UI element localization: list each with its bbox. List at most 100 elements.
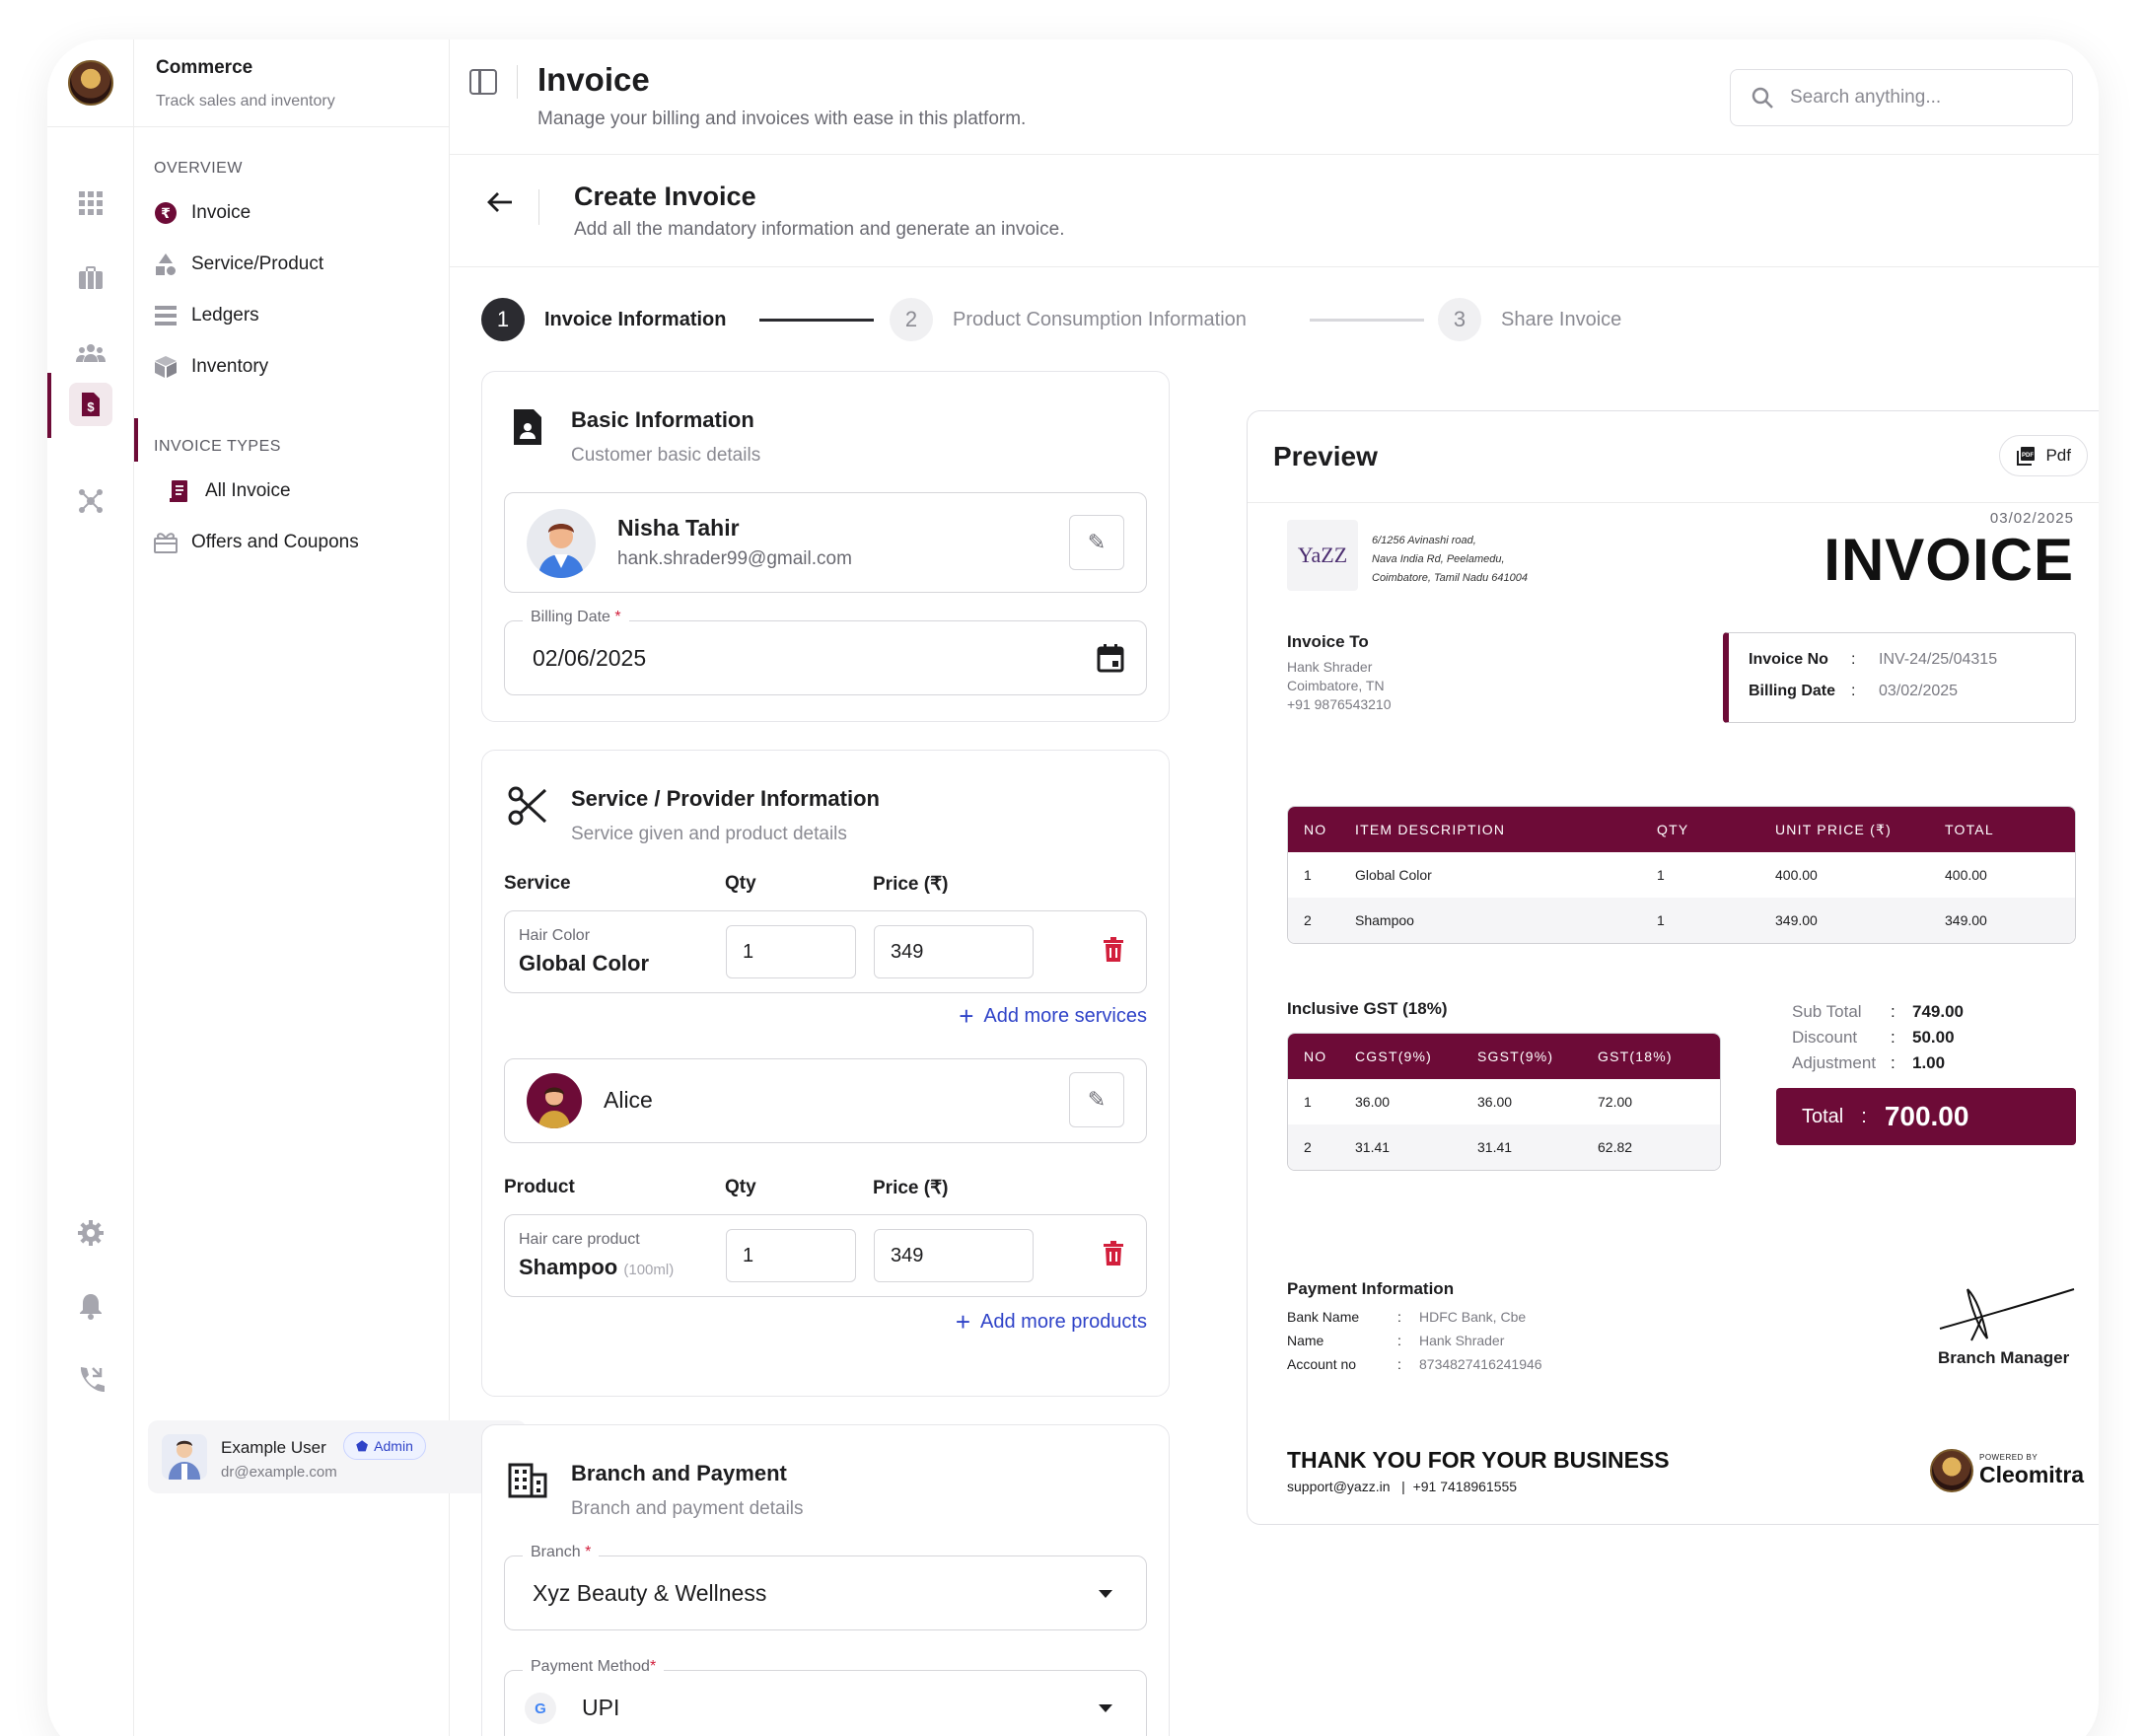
column-qty: Qty xyxy=(725,1177,756,1197)
table-cell: 400.00 xyxy=(1945,867,1987,883)
edit-customer-button[interactable]: ✎ xyxy=(1069,515,1124,570)
support-contact: support@yazz.in | +91 7418961555 xyxy=(1287,1479,1518,1494)
field-label: Branch * xyxy=(523,1544,600,1561)
brand-logo[interactable] xyxy=(68,60,113,106)
table-cell: 2 xyxy=(1304,912,1312,928)
sum-value: 749.00 xyxy=(1912,1002,1964,1021)
bell-icon[interactable] xyxy=(69,1284,112,1328)
avatar xyxy=(527,1073,582,1128)
address-line: 6/1256 Avinashi road, xyxy=(1372,535,1476,546)
invoice-to-line: +91 9876543210 xyxy=(1287,696,1392,712)
settings-icon[interactable] xyxy=(69,1211,112,1255)
discount-row: Discount:50.00 xyxy=(1792,1025,1964,1050)
pdf-button[interactable]: PDF Pdf xyxy=(1999,435,2088,476)
brand-name: Cleomitra xyxy=(1979,1462,2085,1487)
product-name: Shampoo (100ml) xyxy=(519,1255,674,1280)
sidebar-item-service-product[interactable]: Service/Product xyxy=(154,253,323,276)
delete-service-icon[interactable] xyxy=(1103,937,1124,970)
step-number: 2 xyxy=(890,298,933,341)
column-price: Price (₹) xyxy=(873,1178,949,1198)
delete-product-icon[interactable] xyxy=(1103,1241,1124,1273)
column-header: QTY xyxy=(1657,822,1689,837)
briefcase-icon[interactable] xyxy=(69,256,112,300)
button-label: Pdf xyxy=(2045,446,2071,465)
product-price-input[interactable]: 349 xyxy=(874,1229,1034,1282)
pay-key: Name xyxy=(1287,1333,1324,1348)
service-name: Global Color xyxy=(519,951,649,976)
pencil-icon: ✎ xyxy=(1087,530,1107,554)
step-3[interactable]: 3 Share Invoice xyxy=(1438,298,1621,341)
column-header: CGST(9%) xyxy=(1355,1049,1433,1064)
back-arrow-icon[interactable] xyxy=(485,187,515,225)
role-badge: ⬟ Admin xyxy=(343,1432,426,1460)
table-cell: 62.82 xyxy=(1598,1139,1633,1155)
card-subtitle: Branch and payment details xyxy=(571,1498,804,1519)
table-cell: 2 xyxy=(1304,1139,1312,1155)
pencil-icon: ✎ xyxy=(1087,1087,1107,1112)
total-box: Total : 700.00 xyxy=(1776,1088,2076,1145)
plus-icon: + xyxy=(955,1307,971,1337)
step-1[interactable]: 1 Invoice Information xyxy=(481,298,726,341)
step-connector xyxy=(1310,319,1424,322)
billing-date-field[interactable]: Billing Date * 02/06/2025 xyxy=(504,609,1147,695)
column-header: UNIT PRICE (₹) xyxy=(1775,821,1893,837)
add-more-services-button[interactable]: + Add more services xyxy=(959,1001,1147,1032)
add-more-products-button[interactable]: + Add more products xyxy=(956,1307,1147,1338)
branch-select[interactable]: Branch * Xyz Beauty & Wellness xyxy=(504,1544,1147,1630)
divider xyxy=(517,65,518,99)
sum-key: Sub Total xyxy=(1792,1002,1862,1021)
step-label: Product Consumption Information xyxy=(953,308,1247,330)
phone-icon[interactable] xyxy=(69,1357,112,1401)
table-cell: 36.00 xyxy=(1355,1094,1391,1110)
gift-icon xyxy=(154,531,178,554)
user-email: dr@example.com xyxy=(221,1464,337,1481)
product-category: Hair care product xyxy=(519,1231,640,1248)
sidebar-item-label: Ledgers xyxy=(191,305,259,326)
step-2[interactable]: 2 Product Consumption Information xyxy=(890,298,1247,341)
table-cell: 1 xyxy=(1657,867,1665,883)
invoice-to-line: Coimbatore, TN xyxy=(1287,678,1385,693)
cleomitra-logo xyxy=(1930,1449,1973,1492)
invoice-icon[interactable]: $ xyxy=(69,383,112,426)
network-icon[interactable] xyxy=(69,479,112,523)
payment-method-select[interactable]: Payment Method* G UPI xyxy=(504,1658,1147,1736)
adjustment-row: Adjustment:1.00 xyxy=(1792,1050,1964,1076)
table-row: 2 31.41 31.41 62.82 xyxy=(1288,1124,1720,1170)
signatory-label: Branch Manager xyxy=(1938,1348,2070,1367)
totals-summary: Sub Total:749.00 Discount:50.00 Adjustme… xyxy=(1792,999,1964,1076)
powered-by-label: POWERED BY xyxy=(1979,1453,2039,1462)
product-qty-input[interactable]: 1 xyxy=(726,1229,856,1282)
button-label: Add more products xyxy=(980,1311,1147,1333)
card-title: Basic Information xyxy=(571,407,754,432)
service-price-input[interactable]: 349 xyxy=(874,925,1034,978)
page-title: Invoice xyxy=(537,61,650,98)
account-name-row: Name: Hank Shrader xyxy=(1287,1333,1505,1348)
sidebar-item-label: All Invoice xyxy=(205,480,291,501)
field-label: Billing Date * xyxy=(523,609,629,626)
sidebar-item-offers-coupons[interactable]: Offers and Coupons xyxy=(154,531,359,554)
edit-provider-button[interactable]: ✎ xyxy=(1069,1072,1124,1127)
table-cell: 1 xyxy=(1304,867,1312,883)
icon-rail: $ xyxy=(47,39,134,1736)
dashboard-icon[interactable] xyxy=(69,181,112,225)
users-icon[interactable] xyxy=(69,331,112,375)
invoice-meta-box: Invoice No: INV-24/25/04315 Billing Date:… xyxy=(1723,632,2076,723)
sidebar-item-ledgers[interactable]: Ledgers xyxy=(154,304,259,327)
table-cell: 1 xyxy=(1657,912,1665,928)
sidebar-toggle-icon[interactable] xyxy=(469,69,497,95)
calendar-icon[interactable] xyxy=(1097,643,1124,678)
powered-by: POWERED BY Cleomitra xyxy=(1930,1449,2084,1492)
billing-date-row: Billing Date:03/02/2025 xyxy=(1749,683,1959,699)
payment-info-title: Payment Information xyxy=(1287,1279,1455,1298)
customer-email: hank.shrader99@gmail.com xyxy=(617,548,852,569)
sidebar-item-inventory[interactable]: Inventory xyxy=(154,355,268,379)
search-input[interactable]: Search anything... xyxy=(1730,69,2073,126)
service-qty-input[interactable]: 1 xyxy=(726,925,856,978)
sidebar-item-all-invoice[interactable]: All Invoice xyxy=(168,479,291,503)
column-header: GST(18%) xyxy=(1598,1049,1673,1064)
sum-key: Discount xyxy=(1792,1028,1858,1047)
pay-key: Bank Name xyxy=(1287,1309,1360,1325)
sub-total-row: Sub Total:749.00 xyxy=(1792,999,1964,1025)
sidebar-item-invoice[interactable]: ₹ Invoice xyxy=(154,201,250,225)
column-product: Product xyxy=(504,1177,575,1197)
